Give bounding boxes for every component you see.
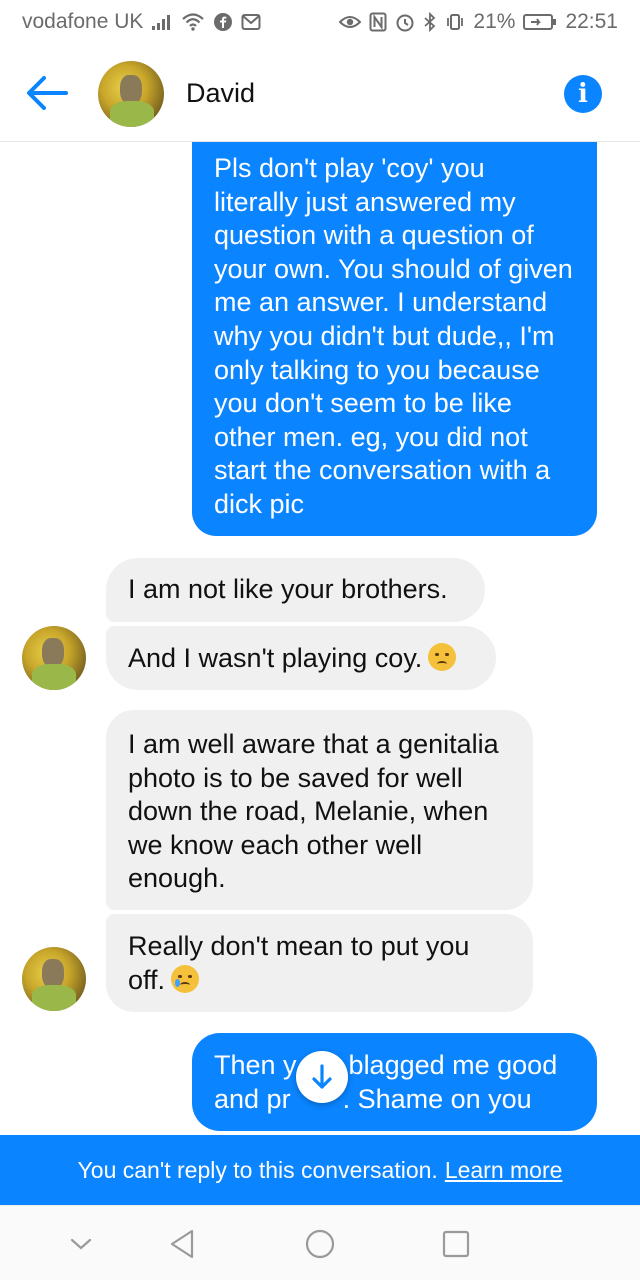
nav-recents-button[interactable]	[437, 1225, 475, 1263]
status-right: 21% 22:51	[339, 10, 618, 34]
facebook-notification-icon	[214, 13, 233, 31]
crying-face-icon	[171, 964, 200, 993]
tear-mark	[175, 978, 181, 987]
sender-avatar	[22, 947, 86, 1011]
learn-more-link[interactable]: Learn more	[445, 1157, 563, 1184]
disappointed-face-icon	[428, 643, 457, 671]
chevron-down-icon	[70, 1238, 92, 1250]
message-text-part: blagged me good	[348, 1050, 558, 1080]
sender-avatar	[22, 626, 86, 690]
battery-percent: 21%	[473, 10, 516, 33]
contact-avatar[interactable]	[98, 61, 164, 127]
clock: 22:51	[565, 10, 618, 33]
message-bubble-incoming[interactable]: And I wasn't playing coy.	[106, 626, 496, 690]
arrow-down-icon	[312, 1064, 332, 1089]
nav-home-button[interactable]	[301, 1225, 339, 1263]
message-bubble-incoming[interactable]: Really don't mean to put you off.	[106, 914, 533, 1012]
vibrate-icon	[447, 14, 464, 30]
circle-home-icon	[305, 1229, 335, 1259]
message-bubble-incoming[interactable]: I am not like your brothers.	[106, 558, 485, 622]
avatar-body	[32, 985, 76, 1011]
cannot-reply-banner: You can't reply to this conversation. Le…	[0, 1135, 640, 1205]
signal-icon	[152, 15, 171, 30]
scroll-to-bottom-button[interactable]	[296, 1051, 348, 1103]
status-bar: vodafone UK 21% 22:51	[0, 0, 640, 44]
square-recents-icon	[442, 1230, 470, 1258]
message-text: And I wasn't playing coy.	[128, 643, 423, 673]
alarm-icon	[396, 14, 414, 32]
carrier-label: vodafone UK	[22, 10, 144, 33]
hide-nav-button[interactable]	[62, 1225, 100, 1263]
bluetooth-icon	[424, 12, 436, 32]
message-bubble-incoming[interactable]: I am well aware that a genitalia photo i…	[106, 710, 533, 910]
nfc-icon	[369, 12, 387, 32]
message-text: Pls don't play 'coy' you literally just …	[214, 153, 573, 519]
contact-name[interactable]: David	[186, 78, 255, 109]
system-nav-bar	[0, 1205, 640, 1280]
info-icon: i	[578, 79, 588, 109]
message-text: I am not like your brothers.	[128, 574, 448, 604]
back-button[interactable]	[24, 72, 70, 114]
banner-text: You can't reply to this conversation.	[77, 1156, 438, 1183]
message-bubble-outgoing[interactable]: Pls don't play 'coy' you literally just …	[192, 142, 597, 536]
wifi-icon	[182, 13, 205, 31]
message-text-part: Then y	[214, 1050, 297, 1080]
mail-notification-icon	[241, 14, 261, 30]
info-button[interactable]: i	[564, 75, 602, 113]
avatar-body	[32, 664, 76, 690]
message-text: I am well aware that a genitalia photo i…	[128, 729, 499, 894]
status-left: vodafone UK	[22, 10, 261, 34]
avatar-body	[110, 101, 154, 127]
triangle-back-icon	[170, 1229, 194, 1259]
message-text-part: . Shame on you	[342, 1083, 532, 1114]
message-bubble-outgoing[interactable]: Then y blagged me good and pr . Shame on y…	[192, 1033, 597, 1131]
nav-back-button[interactable]	[164, 1225, 202, 1263]
battery-icon	[523, 14, 557, 30]
conversation-header: David i	[0, 44, 640, 142]
eye-icon	[339, 16, 362, 28]
message-text-part: and pr	[214, 1083, 291, 1114]
arrow-left-icon	[27, 76, 68, 110]
